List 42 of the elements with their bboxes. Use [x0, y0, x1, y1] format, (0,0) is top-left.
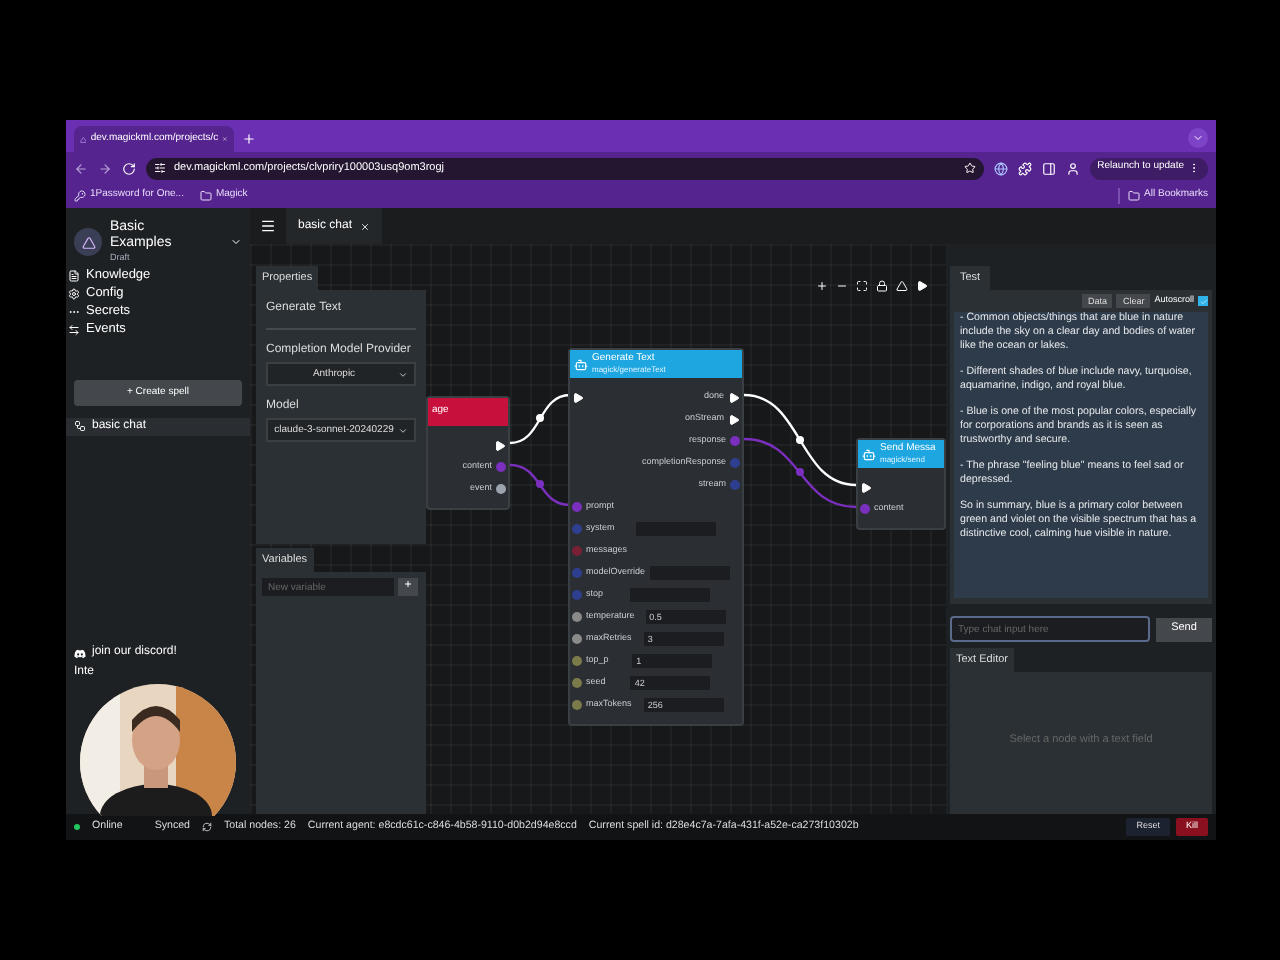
folder-icon [1128, 190, 1141, 202]
exec-port-icon[interactable] [860, 481, 872, 493]
chevron-down-icon [1192, 132, 1204, 144]
key-icon [74, 190, 86, 202]
discord-icon [74, 647, 86, 660]
extension-icon[interactable] [993, 161, 1008, 175]
menu-icon[interactable] [260, 218, 276, 234]
connector-wire [743, 393, 857, 487]
connector-wire [509, 463, 571, 507]
gear-icon [68, 288, 80, 301]
zoom-out-icon[interactable] [836, 280, 848, 292]
chevron-down-icon [398, 369, 408, 379]
document-icon [68, 270, 80, 283]
bookmark-star-icon[interactable] [963, 162, 976, 174]
project-logo [74, 228, 102, 257]
arrows-icon [68, 324, 80, 337]
robot-icon [862, 447, 876, 461]
back-icon[interactable] [74, 161, 88, 175]
folder-icon [199, 190, 212, 202]
extensions-icon[interactable] [1017, 161, 1032, 175]
autoscroll-checkbox[interactable] [1198, 296, 1208, 306]
sync-icon [201, 822, 212, 832]
exec-port-icon[interactable] [494, 439, 506, 451]
connector-wire [743, 437, 857, 509]
forward-icon[interactable] [98, 161, 112, 175]
exec-port-icon[interactable] [572, 391, 584, 403]
profile-icon[interactable] [1065, 161, 1080, 175]
site-logo-icon [80, 133, 87, 145]
zoom-in-icon[interactable] [816, 280, 828, 292]
chevron-down-icon [398, 425, 408, 435]
site-info-icon [154, 162, 166, 174]
chevron-down-icon[interactable] [230, 236, 242, 249]
side-panel-icon[interactable] [1041, 161, 1056, 175]
tab-list-button[interactable] [1188, 128, 1208, 148]
connector-wire [509, 393, 571, 445]
reload-icon[interactable] [122, 161, 136, 175]
play-icon[interactable] [916, 280, 928, 292]
new-tab-icon[interactable] [242, 132, 256, 146]
robot-icon [574, 357, 588, 371]
lock-icon[interactable] [876, 280, 888, 292]
layout-icon[interactable] [896, 280, 908, 292]
workflow-icon [74, 420, 86, 433]
